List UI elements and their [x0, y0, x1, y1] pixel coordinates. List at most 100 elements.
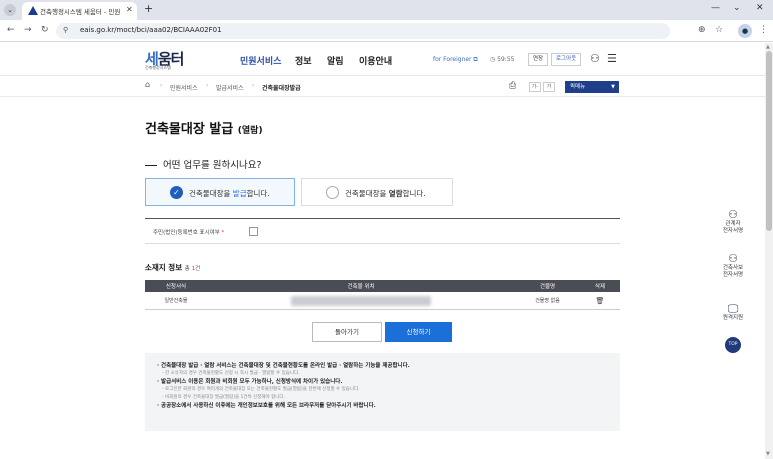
font-larger-button[interactable]: 가	[543, 82, 555, 92]
id-display-checkbox[interactable]	[249, 227, 258, 236]
session-timer: ◷ 59:55	[490, 56, 515, 63]
tab-search-icon[interactable]: ⌄	[4, 4, 16, 16]
location-table: 신청서식 건축물 위치 건물명 삭제 일반건축물 건물명 없음 🗑	[145, 280, 620, 310]
tab-close-icon[interactable]: ✕	[126, 5, 133, 14]
cell-building-name: 건물명 없음	[535, 298, 560, 304]
col-building-name: 건물명	[539, 284, 556, 290]
logo-subtitle: 건축행정시스템	[145, 65, 171, 70]
quick-menu-label: 퀵메뉴	[570, 84, 586, 90]
side-label: 원격지원	[722, 315, 744, 321]
side-label: 건축사보	[722, 265, 744, 271]
notice-line: · 발급서비스 이용은 회원과 비회원 모두 가능하나, 신청방식에 차이가 있…	[157, 379, 343, 385]
site-header: 세움터 건축행정시스템 민원서비스 정보 알림 이용안내 for Foreign…	[0, 43, 765, 76]
notice-line: · 건축물대장 발급 · 열람 서비스는 건축물대장 및 건축물현황도를 온라인…	[157, 363, 410, 369]
scroll-up-icon[interactable]: ▲	[766, 44, 770, 50]
reload-icon[interactable]: ↻	[41, 25, 49, 35]
side-stakeholder-signature[interactable]: ⚇ 관계자 전자서명	[720, 208, 746, 235]
option-view-label: 건축물대장을 열람합니다.	[345, 188, 426, 199]
check-circle-icon: ✓	[170, 186, 183, 199]
extend-session-button[interactable]: 연장	[528, 53, 549, 66]
gnb-civil-service[interactable]: 민원서비스	[240, 54, 281, 67]
person-icon: ⚇	[728, 208, 738, 221]
breadcrumb-issue-service[interactable]: 발급서비스	[216, 83, 244, 92]
side-label: 관계자	[725, 221, 741, 227]
delete-row-button[interactable]: 🗑	[580, 292, 620, 309]
option-issue-pre: 건축물대장을	[189, 189, 233, 198]
url-input[interactable]: ⚲ eais.go.kr/moct/bci/aaa02/BCIAAA02F01	[56, 23, 670, 39]
option-view[interactable]: 건축물대장을 열람합니다.	[301, 178, 453, 206]
location-count: 총 1건	[185, 266, 200, 272]
option-issue-hl: 발급	[232, 189, 247, 198]
location-title-text: 소재지 정보	[145, 263, 183, 272]
new-tab-button[interactable]: +	[144, 2, 153, 15]
location-section-title: 소재지 정보 총 1건	[145, 262, 200, 273]
option-view-post: 합니다.	[402, 189, 426, 198]
zoom-icon[interactable]: ⊕	[698, 25, 706, 35]
browser-tab-bar: ⌄ 건축행정시스템 세움터 - 민원 ✕ + — ⌄ ✕	[0, 0, 773, 20]
breadcrumb-civil-service[interactable]: 민원서비스	[170, 83, 198, 92]
back-button[interactable]: 돌아가기	[312, 322, 382, 342]
quick-menu-select[interactable]: 퀵메뉴 ▼	[565, 81, 619, 93]
apply-button[interactable]: 신청하기	[385, 322, 452, 342]
scroll-down-icon[interactable]: ▼	[766, 451, 770, 457]
url-text: eais.go.kr/moct/bci/aaa02/BCIAAA02F01	[80, 26, 222, 34]
notice-subline: - 로그인한 회원의 경우 여러개의 건축물대장 또는 건축물현황도 발급(열람…	[162, 387, 360, 392]
my-page-icon[interactable]: ⚇	[590, 52, 600, 65]
tab-title: 건축행정시스템 세움터 - 민원	[40, 8, 121, 16]
page-scrollbar[interactable]: ▲ ▼	[765, 43, 773, 459]
browser-tab[interactable]: 건축행정시스템 세움터 - 민원 ✕	[22, 2, 137, 20]
monitor-icon: 🖵	[727, 302, 739, 315]
for-foreigner-link[interactable]: for Foreigner ⧉	[433, 56, 478, 64]
scroll-thumb[interactable]	[766, 51, 772, 231]
home-icon[interactable]: ⌂	[145, 80, 150, 89]
restore-icon[interactable]: ⌄	[733, 3, 741, 13]
profile-avatar[interactable]: ●	[738, 24, 752, 38]
notice-box: · 건축물대장 발급 · 열람 서비스는 건축물대장 및 건축물현황도를 온라인…	[145, 353, 620, 431]
breadcrumb-separator: ›	[252, 82, 255, 89]
table-header: 신청서식 건축물 위치 건물명 삭제	[145, 280, 620, 292]
page-title-suffix: (열람)	[237, 126, 263, 136]
task-question: 어떤 업무를 원하시나요?	[145, 157, 261, 171]
hamburger-menu-icon[interactable]: ☰	[607, 52, 617, 65]
location-count-pre: 총	[184, 266, 192, 272]
breadcrumb-current: 건축물대장발급	[262, 85, 301, 92]
logout-button[interactable]: 로그아웃	[551, 53, 582, 66]
gnb-notice[interactable]: 알림	[327, 54, 344, 67]
person-icon: ⚇	[728, 252, 738, 265]
trash-icon: 🗑	[595, 296, 605, 305]
breadcrumb-separator: ›	[206, 82, 209, 89]
browser-menu-icon[interactable]: ⋮	[759, 25, 768, 35]
minimize-icon[interactable]: —	[711, 3, 720, 13]
option-issue[interactable]: ✓ 건축물대장을 발급합니다.	[145, 178, 295, 206]
timer-value: 59:55	[497, 56, 515, 63]
bookmark-star-icon[interactable]: ☆	[715, 25, 723, 35]
cell-form: 일반건축물	[164, 298, 188, 304]
site-favicon-icon	[28, 6, 38, 15]
id-display-label: 주민(법인)등록번호 표시여부 *	[153, 228, 224, 236]
gnb-info[interactable]: 정보	[295, 54, 312, 67]
page-title: 건축물대장 발급 (열람)	[145, 118, 263, 137]
side-remote-support[interactable]: 🖵 원격지원	[720, 302, 746, 322]
redacted-address	[291, 295, 431, 306]
option-issue-post: 합니다.	[246, 189, 270, 198]
side-architect-signature[interactable]: ⚇ 건축사보 전자서명	[720, 252, 746, 279]
col-location: 건축물 위치	[347, 284, 375, 290]
forward-arrow-icon[interactable]: →	[24, 25, 32, 35]
gnb-guide[interactable]: 이용안내	[359, 54, 392, 67]
radio-icon	[326, 186, 339, 199]
required-mark: *	[221, 230, 225, 236]
window-close-icon[interactable]: ✕	[756, 3, 764, 13]
option-view-hl: 열람	[388, 189, 403, 198]
font-smaller-button[interactable]: 가-	[529, 82, 541, 92]
side-label: 전자서명	[722, 228, 744, 234]
col-form: 신청서식	[165, 284, 187, 290]
site-info-icon[interactable]: ⚲	[63, 26, 68, 34]
id-display-label-text: 주민(법인)등록번호 표시여부	[153, 230, 220, 236]
breadcrumb: ⌂ › 민원서비스 › 발급서비스 › 건축물대장발급 ⎙ 가- 가 퀵메뉴 ▼	[0, 77, 765, 97]
chevron-down-icon: ▼	[611, 84, 615, 90]
print-icon[interactable]: ⎙	[509, 81, 516, 91]
back-arrow-icon[interactable]: ←	[7, 25, 15, 35]
scroll-top-button[interactable]: TOP	[725, 337, 741, 353]
breadcrumb-separator: ›	[160, 82, 163, 89]
site-logo[interactable]: 세움터 건축행정시스템	[145, 48, 184, 70]
